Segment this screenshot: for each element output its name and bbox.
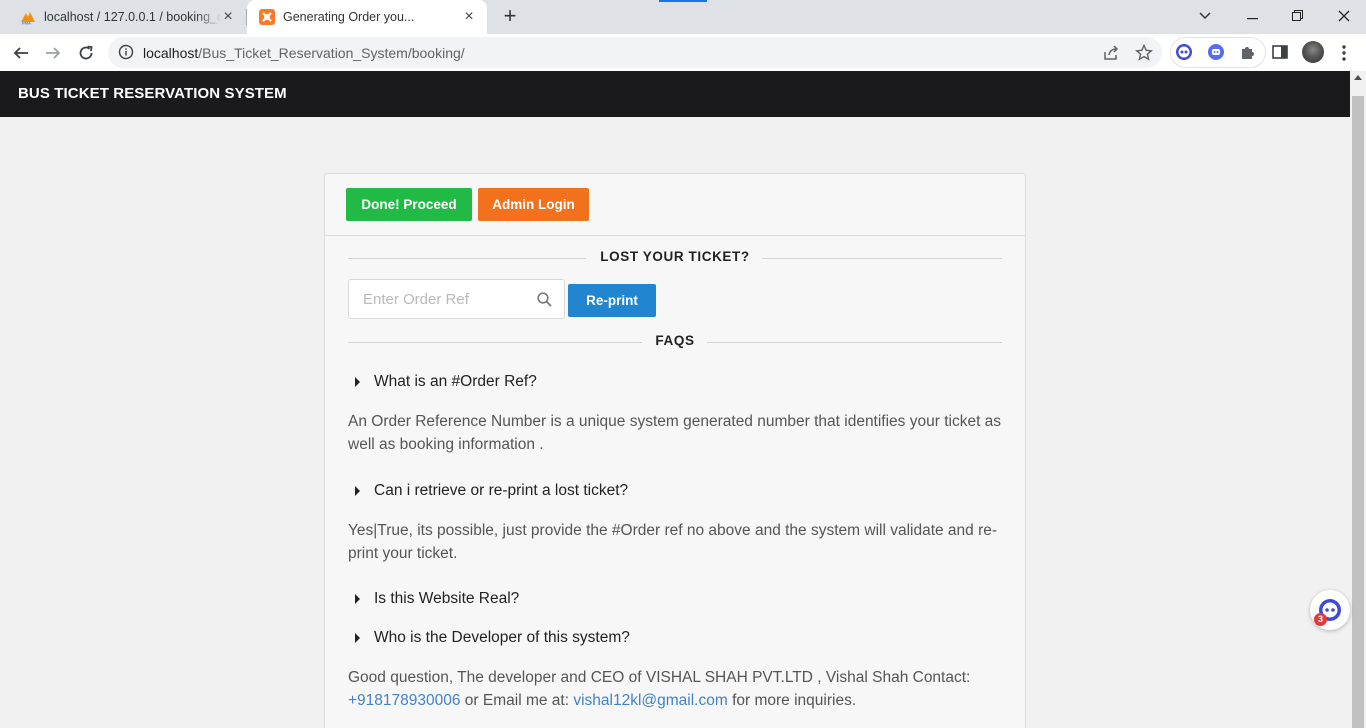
order-ref-search — [348, 279, 565, 319]
bookmark-star-icon[interactable] — [1135, 44, 1153, 62]
reprint-button[interactable]: Re-print — [568, 284, 656, 317]
profile-avatar[interactable] — [1302, 41, 1324, 63]
tab-search-chevron-icon[interactable] — [1191, 4, 1219, 28]
answer-text: Good question, The developer and CEO of … — [348, 669, 971, 686]
chat-notification-badge: 3 — [1314, 613, 1327, 626]
browser-tabstrip: PMA localhost / 127.0.0.1 / booking_db ×… — [0, 0, 1366, 34]
faq-question-developer[interactable]: Who is the Developer of this system? — [355, 629, 630, 647]
faqs-heading: FAQS — [655, 333, 695, 348]
faq-question-text: Is this Website Real? — [374, 590, 520, 607]
scrollbar-thumb[interactable] — [1352, 96, 1364, 728]
faq-question-website-real[interactable]: Is this Website Real? — [355, 590, 519, 608]
close-tab-icon[interactable]: × — [461, 9, 477, 25]
faq-answer: An Order Reference Number is a unique sy… — [348, 413, 1002, 453]
drag-indicator — [659, 0, 707, 2]
order-ref-input[interactable] — [349, 280, 529, 318]
url-path: /Bus_Ticket_Reservation_System/booking/ — [198, 45, 465, 61]
extensions-puzzle-icon[interactable] — [1239, 43, 1257, 61]
site-info-icon[interactable] — [118, 44, 134, 60]
lost-ticket-divider: LOST YOUR TICKET? — [348, 249, 1002, 267]
done-proceed-button[interactable]: Done! Proceed — [346, 188, 472, 221]
email-link[interactable]: vishal12kl@gmail.com — [573, 692, 727, 709]
faq-question-text: Who is the Developer of this system? — [374, 629, 630, 646]
admin-login-button[interactable]: Admin Login — [478, 188, 589, 221]
lost-ticket-heading: LOST YOUR TICKET? — [600, 249, 750, 264]
side-panel-icon[interactable] — [1271, 43, 1289, 61]
caret-right-icon — [355, 486, 360, 496]
top-navbar: BUS TICKET RESERVATION SYSTEM — [0, 71, 1350, 117]
new-tab-icon[interactable]: + — [498, 5, 522, 29]
extension-face-icon[interactable] — [1175, 43, 1193, 61]
back-icon[interactable] — [9, 41, 33, 65]
xampp-icon — [259, 9, 275, 25]
url-text: localhost/Bus_Ticket_Reservation_System/… — [143, 45, 465, 61]
phone-link[interactable]: +918178930006 — [348, 692, 461, 709]
faq-question-text: What is an #Order Ref? — [374, 373, 537, 390]
minimize-icon[interactable] — [1238, 4, 1266, 28]
close-tab-icon[interactable]: × — [220, 9, 236, 25]
answer-text: for more inquiries. — [727, 692, 857, 709]
card-header: Done! Proceed Admin Login — [325, 174, 1025, 236]
caret-right-icon — [355, 633, 360, 643]
svg-text:PMA: PMA — [22, 21, 31, 26]
browser-tab-phpmyadmin[interactable]: PMA localhost / 127.0.0.1 / booking_db × — [0, 0, 246, 34]
close-window-icon[interactable] — [1330, 4, 1358, 28]
caret-right-icon — [355, 594, 360, 604]
url-host: localhost — [143, 45, 199, 61]
browser-toolbar: localhost/Bus_Ticket_Reservation_System/… — [0, 34, 1366, 71]
faq-question-order-ref[interactable]: What is an #Order Ref? — [355, 373, 537, 391]
faq-answer-developer: Good question, The developer and CEO of … — [348, 666, 1008, 712]
phpmyadmin-icon: PMA — [21, 12, 35, 26]
main-card: Done! Proceed Admin Login LOST YOUR TICK… — [324, 173, 1026, 728]
search-icon[interactable] — [537, 292, 552, 307]
extension-bot-icon[interactable] — [1207, 43, 1225, 61]
forward-icon[interactable] — [41, 41, 65, 65]
browser-tab-active[interactable]: Generating Order you... × — [247, 0, 487, 34]
caret-right-icon — [355, 377, 360, 387]
share-icon[interactable] — [1102, 44, 1120, 62]
faqs-divider: FAQS — [348, 333, 1002, 351]
scroll-up-arrow-icon[interactable] — [1354, 75, 1362, 80]
answer-text: or Email me at: — [460, 692, 574, 709]
browser-menu-icon[interactable] — [1340, 43, 1348, 63]
reload-icon[interactable] — [74, 41, 98, 65]
faq-answer: Yes|True, its possible, just provide the… — [348, 522, 998, 562]
tab-title: Generating Order you... — [283, 10, 415, 24]
brand-title[interactable]: BUS TICKET RESERVATION SYSTEM — [18, 85, 287, 102]
faq-question-text: Can i retrieve or re-print a lost ticket… — [374, 482, 629, 499]
restore-icon[interactable] — [1283, 4, 1311, 28]
tab-title: localhost / 127.0.0.1 / booking_db — [44, 10, 222, 24]
address-bar[interactable]: localhost/Bus_Ticket_Reservation_System/… — [108, 37, 1162, 68]
faq-question-reprint[interactable]: Can i retrieve or re-print a lost ticket… — [355, 482, 628, 500]
